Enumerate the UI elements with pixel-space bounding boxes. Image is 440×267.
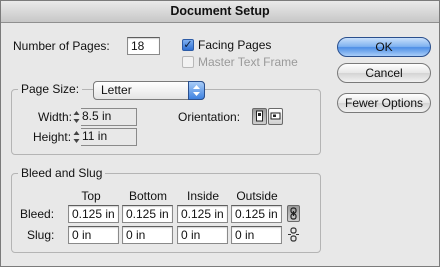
orientation-label: Orientation: [178,110,241,124]
page-size-label: Page Size: [18,82,83,96]
slug-inside-field[interactable]: 0 in [177,226,228,244]
column-header-top: Top [81,189,101,203]
master-text-frame-checkbox[interactable] [182,56,194,68]
slug-label: Slug: [27,228,55,242]
slug-outside-field[interactable]: 0 in [231,226,282,244]
width-field[interactable]: 8.5 in [81,108,137,126]
popup-arrows-icon [188,81,205,100]
slug-top-field[interactable]: 0 in [68,226,119,244]
slug-link-button[interactable] [287,226,300,243]
dialog-title: Document Setup [1,1,439,23]
cancel-button[interactable]: Cancel [337,63,431,83]
document-setup-dialog: Document Setup Number of Pages: 18 ✓ Fac… [0,0,440,267]
broken-chain-icon [288,227,299,242]
column-header-inside: Inside [186,189,220,203]
portrait-orientation-button[interactable] [252,108,267,125]
bleed-outside-field[interactable]: 0.125 in [231,205,282,223]
master-text-frame-label: Master Text Frame [198,55,298,69]
slug-bottom-field[interactable]: 0 in [122,226,173,244]
width-stepper-icon[interactable] [73,109,80,125]
checkmark-icon: ✓ [183,39,193,51]
number-of-pages-field[interactable]: 18 [127,37,160,55]
landscape-icon [270,112,281,120]
bleed-top-field[interactable]: 0.125 in [68,205,119,223]
bleed-inside-field[interactable]: 0.125 in [177,205,228,223]
facing-pages-label: Facing Pages [198,38,272,52]
bleed-label: Bleed: [20,207,55,221]
height-field[interactable]: 11 in [81,128,137,146]
column-header-outside: Outside [236,189,278,203]
fewer-options-button[interactable]: Fewer Options [337,93,431,113]
column-header-bottom: Bottom [128,189,167,203]
bleed-bottom-field[interactable]: 0.125 in [122,205,173,223]
width-label: Width: [38,110,73,124]
bleed-slug-title: Bleed and Slug [18,166,106,180]
page-size-popup[interactable]: Letter [93,81,205,100]
landscape-orientation-button[interactable] [268,108,283,125]
number-of-pages-label: Number of Pages: [13,39,110,53]
ok-button[interactable]: OK [337,37,431,57]
bleed-link-button[interactable] [287,205,300,222]
facing-pages-checkbox[interactable]: ✓ [182,39,194,51]
chain-link-icon [290,207,297,220]
page-size-value: Letter [101,83,132,97]
portrait-icon [256,110,263,122]
height-label: Height: [33,130,72,144]
height-stepper-icon[interactable] [73,129,80,145]
